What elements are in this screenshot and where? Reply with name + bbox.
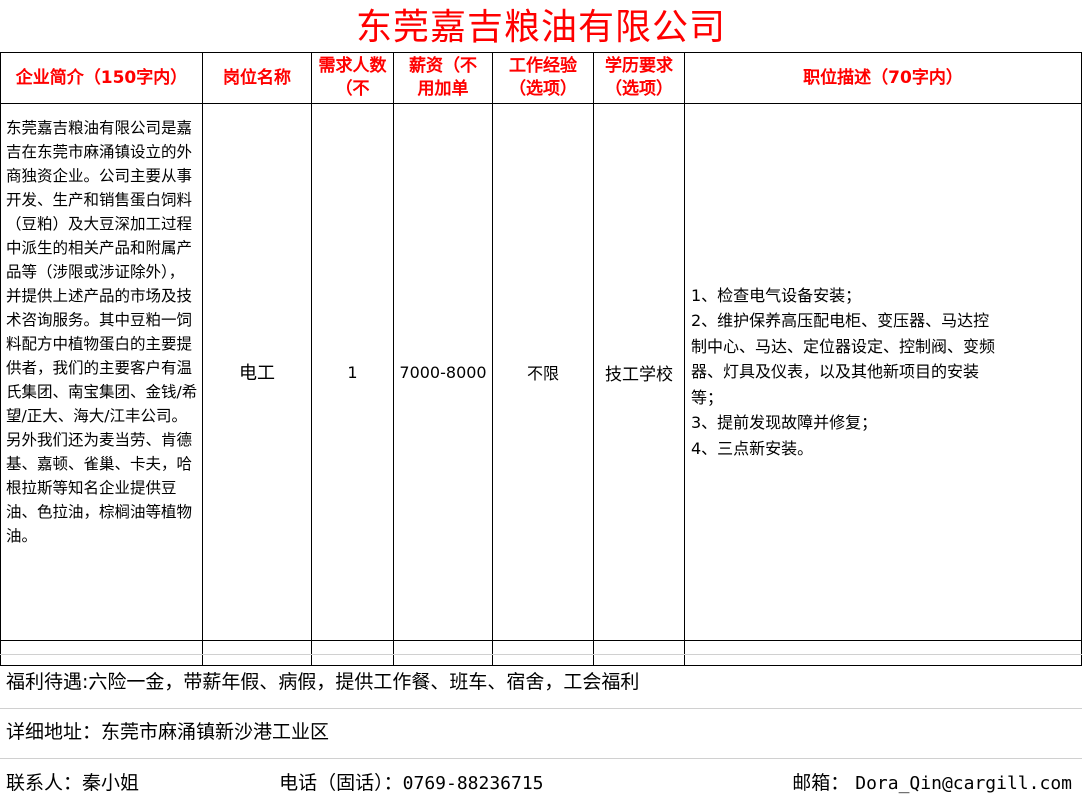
header-row: 企业简介（150字内） 岗位名称 需求人数（不 薪资（不用加单 工作经验（选项）…	[0, 52, 1082, 104]
description-line: 制中心、马达、定位器设定、控制阀、变频	[691, 336, 996, 356]
description-line: 1、检查电气设备安装；	[691, 285, 862, 305]
address-text: 详细地址：东莞市麻涌镇新沙港工业区	[6, 721, 330, 743]
empty-cell	[0, 640, 203, 666]
phone-label: 电话（固话）：	[279, 772, 403, 794]
company-intro-cell: 东莞嘉吉粮油有限公司是嘉吉在东莞市麻涌镇设立的外商独资企业。公司主要从事开发、生…	[0, 103, 203, 641]
header-education: 学历要求（选项）	[593, 52, 685, 104]
description-line: 4、三点新安装。	[691, 438, 814, 458]
header-description: 职位描述（70字内）	[684, 52, 1082, 104]
contact-label: 联系人：	[6, 772, 83, 794]
headcount-cell: 1	[311, 103, 394, 641]
empty-cell	[492, 640, 594, 666]
contact-name: 秦小姐	[82, 772, 140, 794]
email-address[interactable]: Dora_Qin@cargill.com	[855, 773, 1072, 794]
footer-divider	[0, 758, 1082, 759]
description-line: 2、维护保养高压配电柜、变压器、马达控	[691, 311, 990, 331]
footer-divider	[0, 708, 1082, 709]
job-table: 企业简介（150字内） 岗位名称 需求人数（不 薪资（不用加单 工作经验（选项）…	[0, 52, 1082, 666]
salary-cell: 7000-8000	[393, 103, 493, 641]
empty-row	[0, 640, 1082, 666]
position-cell: 电工	[202, 103, 312, 641]
experience-cell: 不限	[492, 103, 594, 641]
empty-cell	[202, 640, 312, 666]
company-title: 东莞嘉吉粮油有限公司	[355, 7, 726, 48]
education-cell: 技工学校	[593, 103, 685, 641]
email-line: 邮箱： Dora_Qin@cargill.com	[792, 770, 1072, 797]
header-intro: 企业简介（150字内）	[0, 52, 203, 104]
description-line: 3、提前发现故障并修复；	[691, 413, 878, 433]
header-headcount: 需求人数（不	[311, 52, 394, 104]
header-salary: 薪资（不用加单	[393, 52, 493, 104]
header-experience: 工作经验（选项）	[492, 52, 594, 104]
benefits-text: 福利待遇:六险一金，带薪年假、病假，提供工作餐、班车、宿舍，工会福利	[6, 671, 640, 693]
empty-cell	[393, 640, 493, 666]
job-posting-sheet: 东莞嘉吉粮油有限公司 企业简介（150字内） 岗位名称 需求人数（不 薪资（不用…	[0, 0, 1082, 808]
description-line: 等；	[691, 387, 724, 407]
empty-cell	[684, 640, 1082, 666]
job-row: 东莞嘉吉粮油有限公司是嘉吉在东莞市麻涌镇设立的外商独资企业。公司主要从事开发、生…	[0, 103, 1082, 641]
empty-cell	[311, 640, 394, 666]
phone-number: 0769-88236715	[402, 773, 544, 794]
header-position: 岗位名称	[202, 52, 312, 104]
email-label: 邮箱：	[792, 772, 850, 794]
contact-line: 联系人：秦小姐 电话（固话）：0769-88236715	[6, 770, 544, 797]
description-cell: 1、检查电气设备安装； 2、维护保养高压配电柜、变压器、马达控 制中心、马达、定…	[684, 103, 1082, 641]
description-line: 器、灯具及仪表，以及其他新项目的安装	[691, 362, 980, 382]
empty-cell	[593, 640, 685, 666]
footer-divider	[0, 654, 1082, 655]
